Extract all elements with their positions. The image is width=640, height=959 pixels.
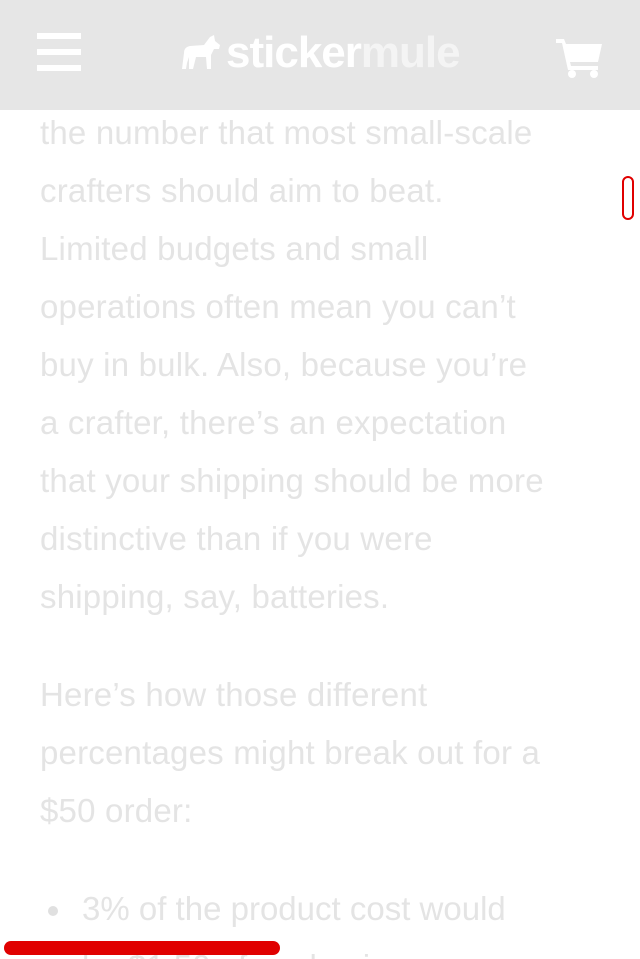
- logo-mule-text: mule: [360, 28, 461, 77]
- article-paragraph: Here’s how those different percentages m…: [40, 666, 610, 840]
- menu-bar: [37, 65, 81, 71]
- text-line: that your shipping should be more: [40, 462, 544, 499]
- text-line: distinctive than if you were: [40, 520, 433, 557]
- list-item: 3% of the product cost would: [40, 880, 610, 938]
- text-line: crafters should aim to beat.: [40, 172, 444, 209]
- top-header: stickermule: [0, 0, 640, 110]
- reading-progress-bar: [4, 941, 280, 955]
- text-line: a crafter, there’s an expectation: [40, 404, 507, 441]
- text-line: buy in bulk. Also, because you’re: [40, 346, 528, 383]
- article-paragraph: the number that most small-scale crafter…: [40, 110, 610, 626]
- mule-logo-icon: [182, 35, 220, 69]
- text-line: percentages might break out for a: [40, 734, 541, 771]
- scrollbar-thumb[interactable]: [622, 176, 634, 220]
- text-line: Limited budgets and small: [40, 230, 429, 267]
- logo-sticker-text: sticker: [226, 28, 362, 77]
- menu-bar: [37, 49, 81, 55]
- article-content: the number that most small-scale crafter…: [0, 110, 640, 959]
- sticker-mule-logo[interactable]: stickermule: [178, 28, 461, 78]
- text-line: operations often mean you can’t: [40, 288, 516, 325]
- text-line: shipping, say, batteries.: [40, 578, 390, 615]
- hamburger-menu-icon[interactable]: [37, 33, 81, 73]
- text-line: $50 order:: [40, 792, 193, 829]
- text-line: the number that most small-scale: [40, 114, 533, 151]
- article-body: the number that most small-scale crafter…: [40, 110, 610, 959]
- page: stickermule the number that most small-s…: [0, 0, 640, 959]
- menu-bar: [37, 33, 81, 39]
- shopping-cart-icon[interactable]: [556, 36, 604, 78]
- text-line: Here’s how those different: [40, 676, 428, 713]
- logo-wordmark: stickermule: [226, 28, 461, 78]
